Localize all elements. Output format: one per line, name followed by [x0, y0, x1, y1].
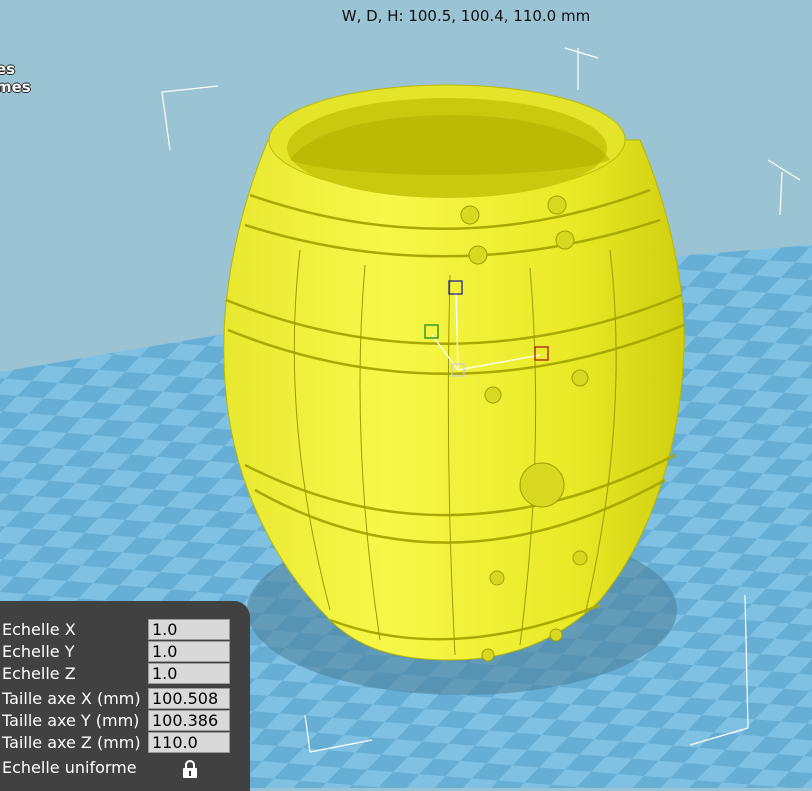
lock-icon[interactable]	[182, 760, 198, 778]
scale-x-label: Echelle X	[2, 620, 76, 639]
side-text-line-2: mes	[0, 78, 31, 96]
uniform-scale-label: Echelle uniforme	[2, 758, 137, 777]
model-dimensions-label: W, D, H: 100.5, 100.4, 110.0 mm	[341, 7, 591, 25]
scale-z-input[interactable]	[148, 663, 230, 684]
barrel-model[interactable]	[223, 84, 685, 662]
size-y-input[interactable]	[148, 710, 230, 731]
scale-y-input[interactable]	[148, 641, 230, 662]
scale-z-label: Echelle Z	[2, 664, 76, 683]
size-z-input[interactable]	[148, 732, 230, 753]
side-text-line-1: es	[0, 60, 16, 78]
size-x-label: Taille axe X (mm)	[2, 689, 141, 708]
size-z-label: Taille axe Z (mm)	[2, 733, 141, 752]
size-x-input[interactable]	[148, 688, 230, 709]
scale-x-input[interactable]	[148, 619, 230, 640]
scale-y-label: Echelle Y	[2, 642, 75, 661]
size-y-label: Taille axe Y (mm)	[2, 711, 140, 730]
scale-panel: Echelle X Echelle Y Echelle Z Taille axe…	[0, 601, 250, 791]
